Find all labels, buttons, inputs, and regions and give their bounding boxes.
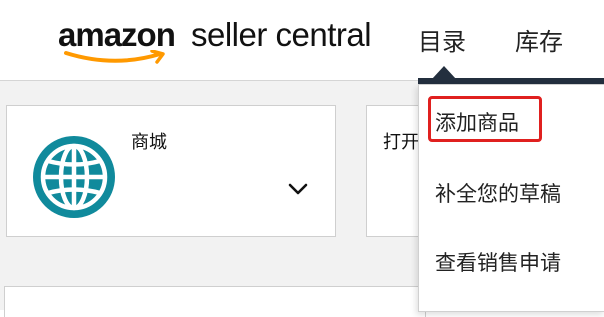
store-label: 商城 <box>131 132 167 153</box>
globe-icon <box>33 136 115 218</box>
amazon-smile-icon <box>64 50 165 64</box>
highlight-box <box>428 96 542 142</box>
lower-card <box>4 286 426 317</box>
nav-catalog[interactable]: 目录 <box>418 22 466 57</box>
menu-item-view-selling-applications[interactable]: 查看销售申请 <box>435 247 561 277</box>
logo-product-text: seller central <box>191 16 372 53</box>
menu-item-complete-drafts[interactable]: 补全您的草稿 <box>435 178 561 208</box>
store-selector-card[interactable]: 商城 <box>6 105 336 237</box>
top-navigation-bar: amazon seller central 目录 库存 <box>0 0 604 81</box>
chevron-down-icon[interactable] <box>287 182 309 196</box>
nav-inventory[interactable]: 库存 <box>515 22 563 57</box>
logo-brand-text: amazon <box>58 16 176 53</box>
